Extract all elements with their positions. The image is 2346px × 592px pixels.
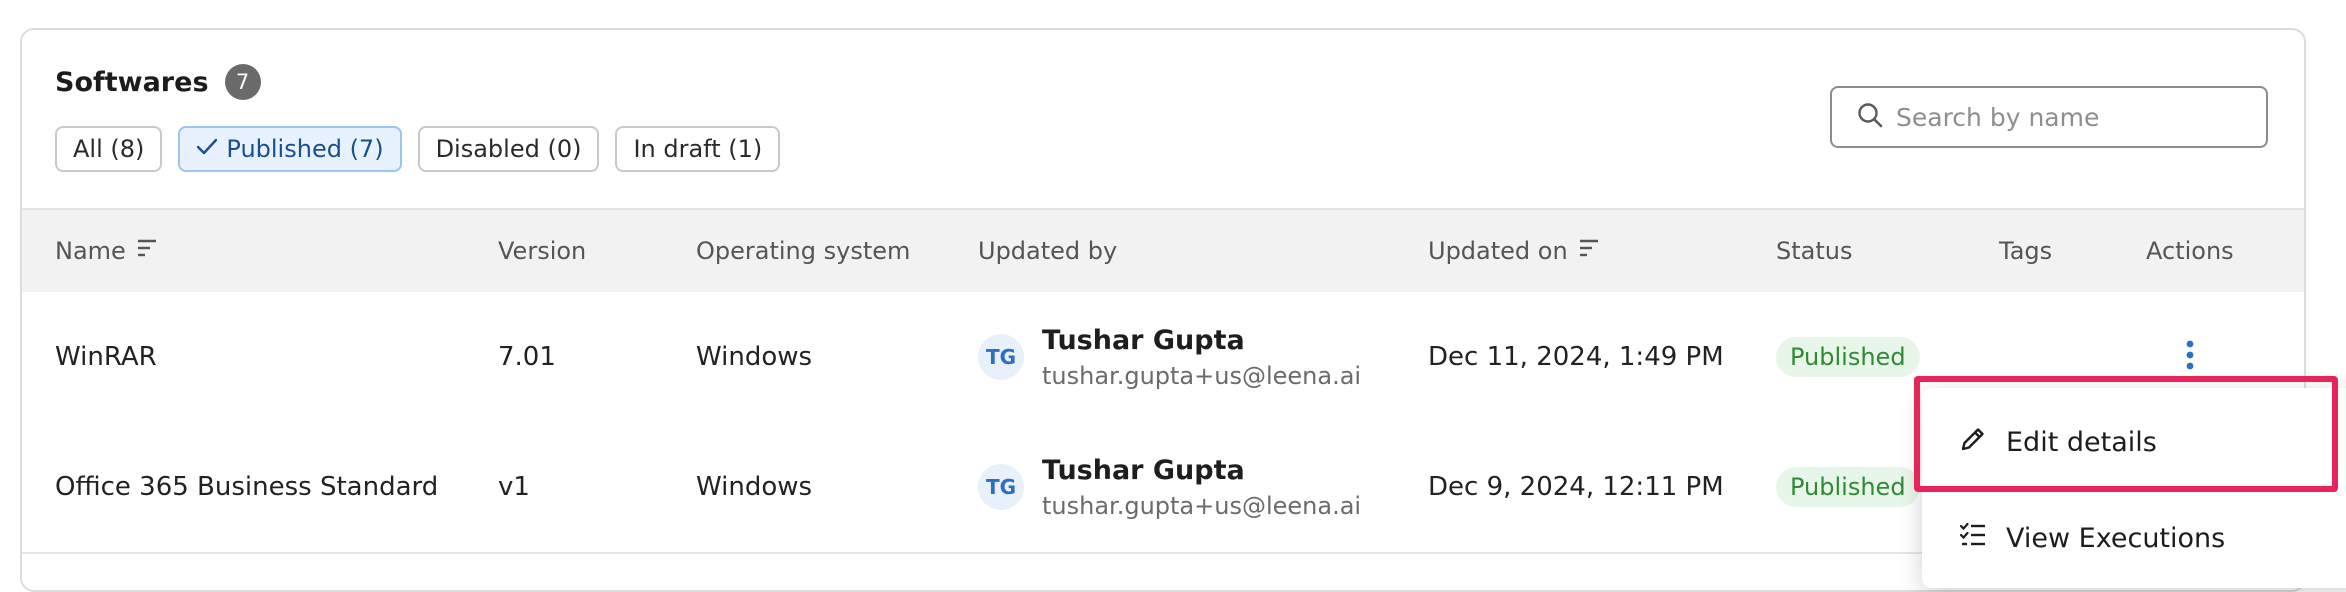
filter-published-label: Published (7) (226, 135, 384, 163)
column-actions: Actions (2146, 210, 2234, 292)
filter-in-draft-label: In draft (1) (633, 135, 763, 163)
page-title: Softwares (55, 66, 209, 98)
menu-item-view-executions[interactable]: View Executions (1958, 520, 2225, 557)
menu-item-label: View Executions (2006, 523, 2226, 554)
software-version: 7.01 (498, 342, 556, 372)
column-name[interactable]: Name (55, 210, 158, 292)
column-updated-by-label: Updated by (978, 237, 1118, 265)
count-badge: 7 (224, 64, 261, 100)
filter-disabled[interactable]: Disabled (0) (417, 126, 600, 172)
menu-item-label: Edit details (2006, 427, 2157, 458)
software-version: v1 (498, 472, 530, 502)
search-placeholder: Search by name (1896, 102, 2100, 132)
filter-chips: All (8) Published (7) Disabled (0) In dr… (55, 126, 781, 172)
user-email: tushar.gupta+us@leena.ai (1042, 361, 1362, 390)
status-badge: Published (1776, 337, 1920, 377)
kebab-icon (2185, 340, 2195, 374)
search-input[interactable]: Search by name (1830, 86, 2268, 148)
search-icon (1856, 101, 1884, 133)
column-status: Status (1776, 210, 1852, 292)
column-name-label: Name (55, 237, 126, 265)
column-os: Operating system (696, 210, 910, 292)
sort-icon (136, 237, 158, 265)
filter-all[interactable]: All (8) (55, 126, 163, 172)
updated-by: TG Tushar Gupta tushar.gupta+us@leena.ai (978, 292, 1361, 422)
column-updated-on-label: Updated on (1428, 237, 1568, 265)
checklist-icon (1958, 520, 1988, 557)
checkmark-icon (196, 135, 218, 163)
user-name: Tushar Gupta (1042, 324, 1245, 356)
filter-published[interactable]: Published (7) (178, 126, 402, 172)
column-updated-on[interactable]: Updated on (1428, 210, 1600, 292)
filter-disabled-label: Disabled (0) (435, 135, 582, 163)
column-os-label: Operating system (696, 237, 911, 265)
sort-icon (1578, 237, 1600, 265)
avatar: TG (978, 464, 1024, 510)
column-tags: Tags (1999, 210, 2052, 292)
updated-on: Dec 9, 2024, 12:11 PM (1428, 472, 1724, 502)
user-name: Tushar Gupta (1042, 454, 1245, 486)
status-cell: Published (1776, 422, 1920, 552)
software-os: Windows (696, 342, 813, 372)
pencil-icon (1958, 424, 1988, 461)
user-email: tushar.gupta+us@leena.ai (1042, 491, 1362, 520)
column-version-label: Version (498, 237, 587, 265)
filter-in-draft[interactable]: In draft (1) (615, 126, 781, 172)
title-row: Softwares 7 (55, 64, 261, 100)
column-version: Version (498, 210, 586, 292)
menu-item-edit-details[interactable]: Edit details (1958, 424, 2157, 461)
filter-all-label: All (8) (73, 135, 145, 163)
status-badge: Published (1776, 467, 1920, 507)
software-os: Windows (696, 472, 813, 502)
updated-by: TG Tushar Gupta tushar.gupta+us@leena.ai (978, 422, 1361, 552)
status-cell: Published (1776, 292, 1920, 422)
user-info: Tushar Gupta tushar.gupta+us@leena.ai (1042, 455, 1361, 520)
table-header: Name Version Operating system Updated by… (22, 208, 2304, 294)
updated-on: Dec 11, 2024, 1:49 PM (1428, 342, 1724, 372)
column-updated-by: Updated by (978, 210, 1117, 292)
column-actions-label: Actions (2146, 237, 2234, 265)
column-tags-label: Tags (1999, 237, 2053, 265)
user-info: Tushar Gupta tushar.gupta+us@leena.ai (1042, 325, 1361, 390)
software-name: Office 365 Business Standard (55, 472, 439, 502)
avatar: TG (978, 334, 1024, 380)
column-status-label: Status (1776, 237, 1853, 265)
software-name: WinRAR (55, 342, 157, 372)
actions-menu: Edit details View Executions (1922, 388, 2346, 588)
